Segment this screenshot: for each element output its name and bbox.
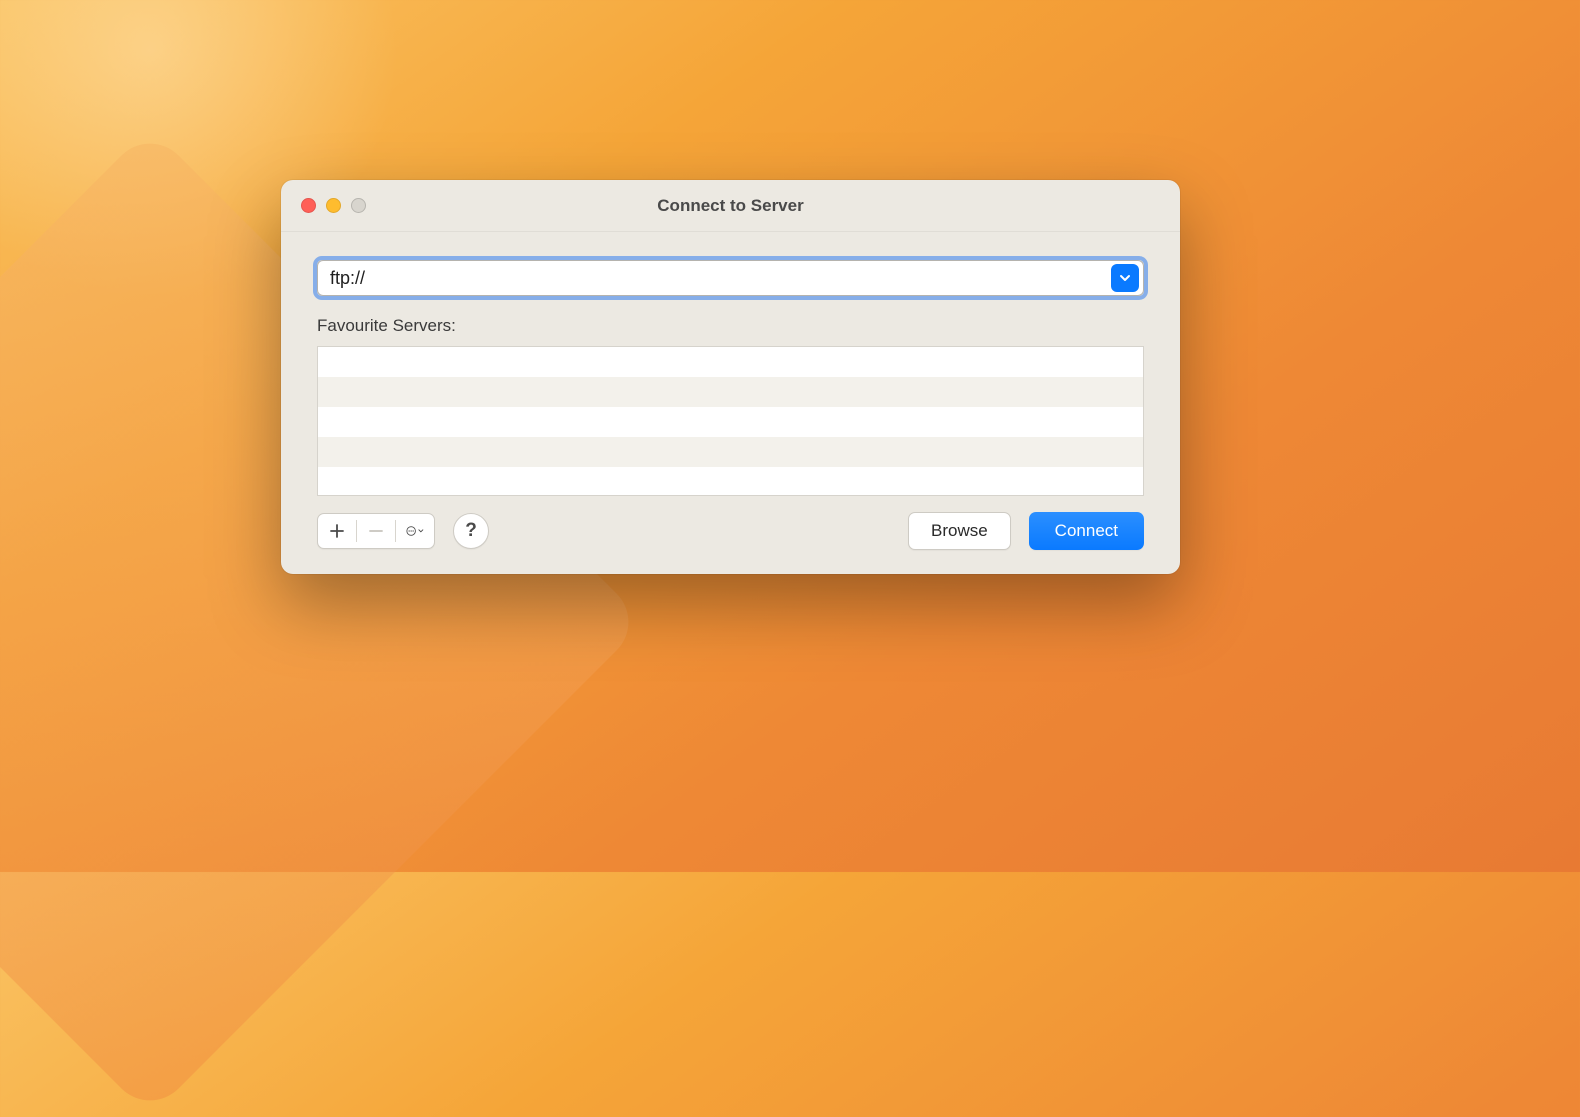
close-button[interactable] — [301, 198, 316, 213]
server-address-input[interactable] — [318, 268, 1111, 289]
traffic-lights — [281, 198, 366, 213]
chevron-down-icon — [418, 526, 424, 536]
plus-icon — [329, 523, 345, 539]
favorites-toolbar — [317, 513, 435, 549]
minimize-button[interactable] — [326, 198, 341, 213]
recent-servers-dropdown[interactable] — [1111, 264, 1139, 292]
favorite-servers-list[interactable] — [317, 346, 1144, 496]
window-title: Connect to Server — [281, 196, 1180, 216]
connect-button[interactable]: Connect — [1029, 512, 1144, 550]
ellipsis-circle-icon — [406, 522, 416, 540]
list-row — [318, 467, 1143, 496]
help-button[interactable]: ? — [453, 513, 489, 549]
add-favorite-button[interactable] — [318, 513, 356, 549]
more-actions-button[interactable] — [396, 513, 434, 549]
list-row — [318, 437, 1143, 467]
maximize-button — [351, 198, 366, 213]
connect-to-server-dialog: Connect to Server Favourite Servers: — [281, 180, 1180, 574]
dialog-footer: ? Browse Connect — [317, 512, 1144, 550]
server-address-field-wrap — [317, 260, 1144, 296]
favorites-label: Favourite Servers: — [317, 316, 1144, 336]
list-row — [318, 377, 1143, 407]
titlebar: Connect to Server — [281, 180, 1180, 232]
browse-button[interactable]: Browse — [908, 512, 1011, 550]
list-row — [318, 347, 1143, 377]
list-row — [318, 407, 1143, 437]
server-address-row — [317, 260, 1144, 296]
remove-favorite-button — [357, 513, 395, 549]
dialog-content: Favourite Servers: — [281, 232, 1180, 574]
chevron-down-icon — [1119, 272, 1131, 284]
minus-icon — [368, 523, 384, 539]
